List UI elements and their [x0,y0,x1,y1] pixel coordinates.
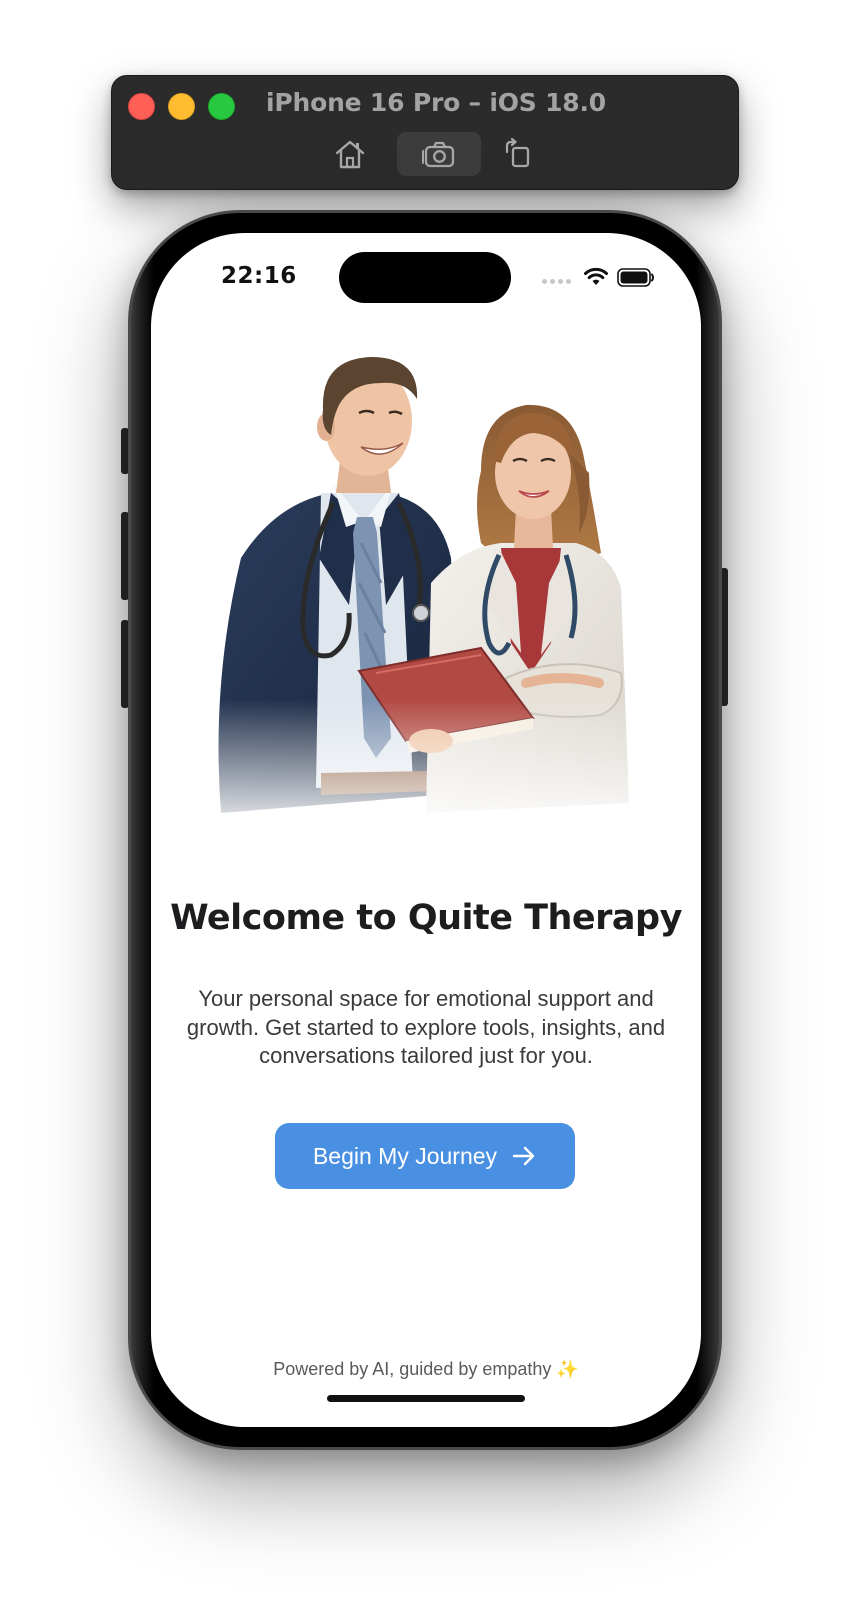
footer-tagline: Powered by AI, guided by empathy ✨ [273,1359,579,1379]
rotate-button[interactable] [476,132,560,176]
home-indicator[interactable] [327,1395,525,1402]
zoom-window-button[interactable] [208,93,235,120]
rotate-icon [505,138,530,168]
camera-icon [422,141,455,168]
wifi-icon [584,267,608,285]
doctors-illustration [181,343,671,838]
status-time: 22:16 [221,263,297,289]
screenshot-button[interactable] [397,132,481,176]
begin-journey-label: Begin My Journey [312,1142,498,1169]
simulator-title: iPhone 16 Pro – iOS 18.0 [266,88,606,117]
status-icons [542,267,655,287]
welcome-subtitle: Your personal space for emotional suppor… [186,986,666,1068]
app-stage: iPhone 16 Pro – iOS 18.0 22:16 Welcome t… [0,0,848,1598]
simulator-title-bar: iPhone 16 Pro – iOS 18.0 [111,75,739,190]
close-window-button[interactable] [128,93,155,120]
minimize-window-button[interactable] [168,93,195,120]
begin-journey-button[interactable]: Begin My Journey [275,1123,575,1189]
arrow-right-icon [512,1146,535,1166]
welcome-title: Welcome to Quite Therapy [170,898,682,938]
cellular-icon [542,278,571,284]
home-icon [335,140,365,169]
home-button[interactable] [308,132,392,176]
battery-icon [617,267,654,287]
dynamic-island [339,252,511,303]
device-screen: 22:16 Welcome to Quite Therapy Your pers… [151,233,701,1427]
